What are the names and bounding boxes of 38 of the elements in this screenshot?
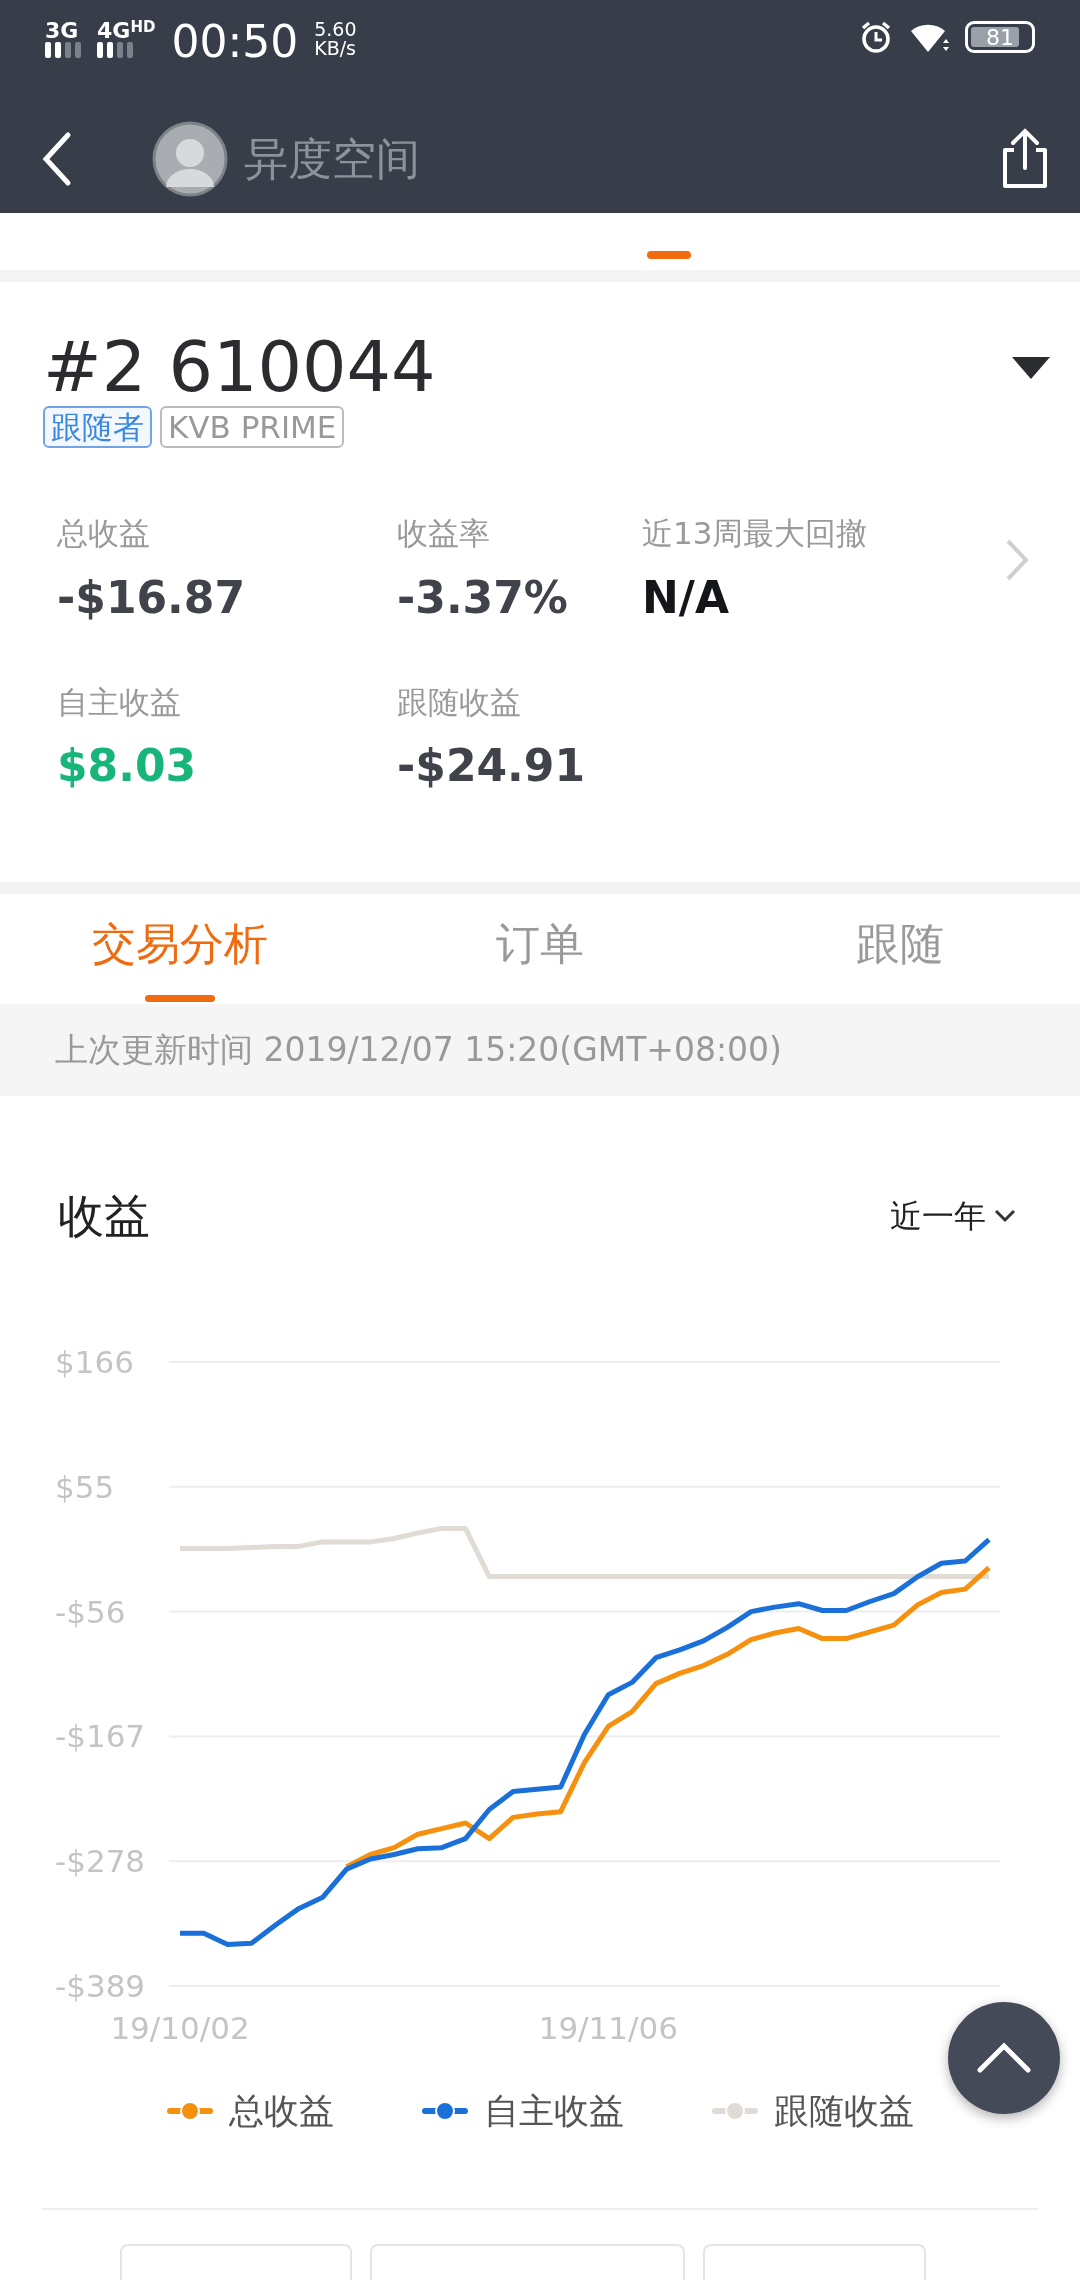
- stat-label: 跟随收益: [397, 682, 522, 722]
- network-label: 4G: [97, 20, 131, 42]
- account-tag: KVB PRIME: [160, 406, 345, 448]
- account-tag: 跟随者: [43, 406, 152, 448]
- period-dropdown[interactable]: 近一年: [884, 1191, 1022, 1241]
- speed-unit: KB/s: [314, 39, 357, 58]
- axis-label: 19/10/02: [110, 2010, 250, 2046]
- network-speed: 5.60: [314, 20, 357, 39]
- axis-label: -$56: [55, 1593, 126, 1630]
- status-time: 00:50: [171, 20, 299, 64]
- axis-label: -$167: [55, 1718, 146, 1755]
- stat-value: N/A: [642, 570, 730, 625]
- axis-label: 19/11/06: [538, 2010, 678, 2046]
- stat-label: 自主收益: [57, 682, 182, 722]
- axis-label: $166: [55, 1344, 134, 1380]
- axis-label: -$389: [55, 1968, 146, 2004]
- legend-label: 跟随收益: [773, 2090, 914, 2133]
- network-label: 3G: [45, 20, 80, 42]
- stat-value: -$16.87: [57, 570, 247, 625]
- tab[interactable]: 订单: [360, 894, 720, 1004]
- account-number: #2 610044: [43, 332, 436, 402]
- stat-value: $8.03: [57, 739, 198, 793]
- account-title: 异度空间: [244, 132, 420, 186]
- stat-value: -$24.91: [397, 739, 587, 793]
- stat-value: -3.37%: [397, 570, 569, 625]
- stat-label: 总收益: [57, 514, 151, 553]
- stat-label: 近13周最大回撤: [642, 514, 869, 553]
- axis-label: -$278: [55, 1843, 146, 1880]
- update-time-text: 上次更新时间 2019/12/07 15:20(GMT+08:00): [55, 1029, 782, 1072]
- tab[interactable]: 交易分析: [0, 894, 360, 1004]
- chart-title: 收益: [58, 1187, 150, 1245]
- legend-label: 总收益: [228, 2090, 334, 2133]
- axis-label: $55: [55, 1468, 115, 1505]
- network-type-label: HD: [130, 20, 156, 38]
- legend-label: 自主收益: [483, 2090, 624, 2133]
- battery-level: 81: [986, 23, 1014, 52]
- stat-label: 收益率: [397, 514, 491, 553]
- tab[interactable]: 跟随: [720, 894, 1080, 1004]
